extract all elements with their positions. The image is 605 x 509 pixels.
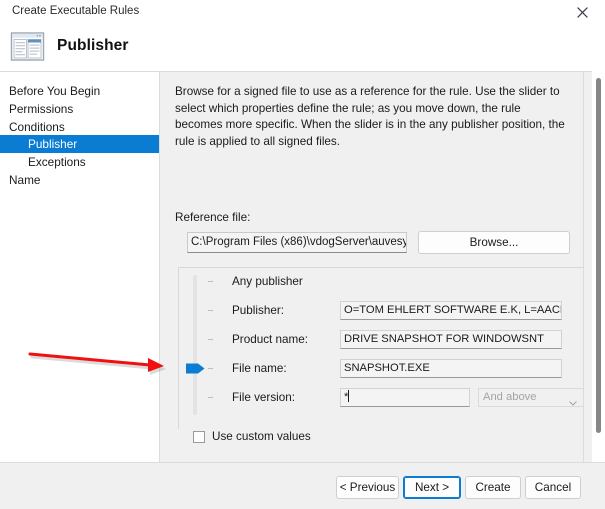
scrollbar-thumb[interactable] bbox=[596, 78, 601, 433]
create-executable-rules-window: Create Executable Rules Publisher Before… bbox=[0, 0, 605, 509]
next-button[interactable]: Next > bbox=[403, 476, 461, 499]
content-right-divider bbox=[583, 72, 584, 463]
sidebar-item-conditions[interactable]: Conditions bbox=[0, 118, 159, 136]
reference-file-input[interactable]: C:\Program Files (x86)\vdogServer\auvesy… bbox=[187, 232, 407, 253]
description-text: Browse for a signed file to use as a ref… bbox=[175, 85, 565, 148]
slider-tick bbox=[208, 310, 213, 311]
file-version-value-input[interactable]: * bbox=[340, 388, 470, 407]
chevron-down-icon bbox=[569, 395, 577, 412]
sidebar-item-before-you-begin[interactable]: Before You Begin bbox=[0, 82, 159, 100]
sidebar-item-publisher[interactable]: Publisher bbox=[0, 135, 159, 153]
product-name-value-input[interactable]: DRIVE SNAPSHOT FOR WINDOWSNT bbox=[340, 330, 562, 349]
file-version-comparison-select[interactable]: And above bbox=[478, 388, 584, 407]
title-bar: Create Executable Rules bbox=[0, 0, 605, 25]
sidebar-item-label: Name bbox=[9, 173, 41, 187]
sidebar-item-label: Before You Begin bbox=[9, 84, 101, 98]
checkbox-box bbox=[193, 430, 205, 443]
sidebar-item-label: Permissions bbox=[9, 102, 74, 116]
cancel-button[interactable]: Cancel bbox=[525, 476, 581, 499]
window-title: Create Executable Rules bbox=[12, 5, 140, 17]
sidebar-item-label: Publisher bbox=[28, 137, 78, 151]
browse-button[interactable]: Browse... bbox=[418, 231, 570, 254]
sidebar-item-permissions[interactable]: Permissions bbox=[0, 100, 159, 118]
slider-thumb-glyph bbox=[186, 363, 205, 374]
close-glyph bbox=[576, 7, 588, 18]
publisher-specificity-slider[interactable] bbox=[193, 275, 197, 415]
vertical-scrollbar[interactable] bbox=[592, 71, 605, 462]
use-custom-values-label: Use custom values bbox=[212, 430, 311, 443]
property-label-file-name: File name: bbox=[232, 362, 287, 375]
footer-bar: < Previous Next > Create Cancel bbox=[0, 462, 605, 509]
create-button[interactable]: Create bbox=[465, 476, 521, 499]
sidebar-item-exceptions[interactable]: Exceptions bbox=[0, 153, 159, 171]
content-panel: Browse for a signed file to use as a ref… bbox=[160, 71, 605, 463]
property-label-any-publisher: Any publisher bbox=[232, 275, 303, 288]
file-version-comparison-label: And above bbox=[483, 391, 537, 403]
wizard-sidebar: Before You Begin Permissions Conditions … bbox=[0, 71, 160, 462]
reference-file-label: Reference file: bbox=[175, 211, 251, 224]
sidebar-item-name[interactable]: Name bbox=[0, 171, 159, 189]
property-label-product-name: Product name: bbox=[232, 333, 309, 346]
slider-tick bbox=[208, 339, 213, 340]
property-label-file-version: File version: bbox=[232, 391, 296, 404]
slider-tick bbox=[208, 397, 213, 398]
close-icon[interactable] bbox=[559, 0, 605, 25]
previous-button[interactable]: < Previous bbox=[336, 476, 399, 499]
text-caret bbox=[348, 390, 350, 402]
sidebar-item-label: Exceptions bbox=[28, 155, 86, 169]
page-title: Publisher bbox=[57, 37, 129, 54]
sidebar-item-label: Conditions bbox=[9, 120, 65, 134]
property-label-publisher: Publisher: bbox=[232, 304, 284, 317]
slider-tick bbox=[208, 281, 213, 282]
rules-window-icon bbox=[10, 30, 47, 64]
slider-thumb[interactable] bbox=[186, 362, 205, 375]
slider-tick bbox=[208, 368, 213, 369]
header-band: Publisher bbox=[0, 25, 605, 71]
file-name-value-input[interactable]: SNAPSHOT.EXE bbox=[340, 359, 562, 378]
publisher-value-input[interactable]: O=TOM EHLERT SOFTWARE E.K, L=AACHEN, S=N… bbox=[340, 301, 562, 320]
use-custom-values-checkbox[interactable]: Use custom values bbox=[193, 430, 311, 443]
content-inner: Browse for a signed file to use as a ref… bbox=[160, 72, 584, 463]
